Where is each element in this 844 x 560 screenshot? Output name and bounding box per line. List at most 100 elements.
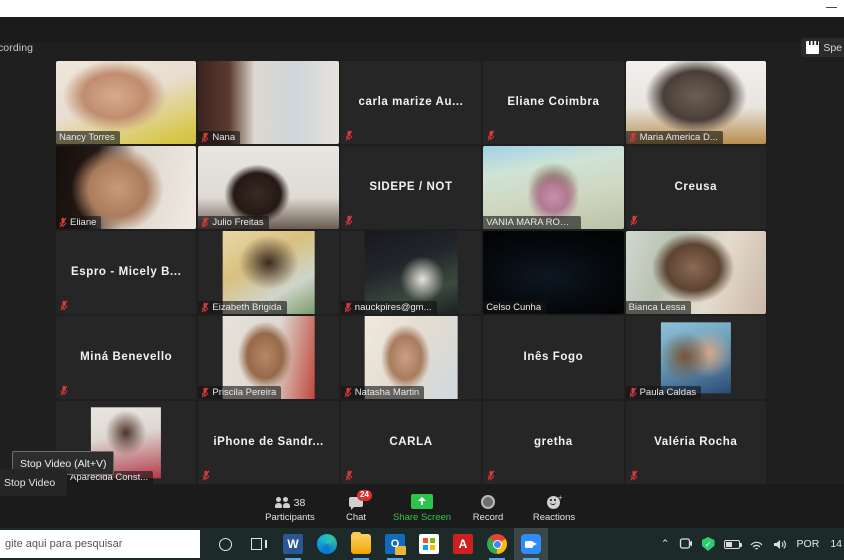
participant-video-feed [660,321,731,394]
toolbar-chat[interactable]: 24 Chat [323,489,389,523]
participant-name: Julio Freitas [212,217,264,228]
mic-muted-icon [487,470,495,481]
tray-wifi-icon[interactable] [749,538,764,550]
participant-tile[interactable]: Nana [198,61,339,144]
participant-name-strip: Natasha Martin [340,386,425,399]
participant-tile[interactable]: Bianca Lessa [625,231,766,314]
participant-name-strip: Maria America D... [625,131,723,144]
edge-icon[interactable] [310,528,344,560]
mic-muted-icon [629,387,637,398]
participant-tile[interactable]: VANIA MARA RODR... [483,146,624,229]
participant-tile[interactable]: iPhone de Sandr... [198,401,339,484]
chrome-icon[interactable] [480,528,514,560]
participant-name: gretha [534,435,573,448]
participant-tile[interactable]: Valéria Rocha [625,401,766,484]
mic-muted-icon [344,302,352,313]
minimize-icon[interactable] [826,7,837,8]
mic-muted-icon [630,470,638,481]
participant-tile[interactable]: Eliane Coimbra [483,61,624,144]
participants-icon: 38 [274,492,305,509]
tray-zoom-icon[interactable] [679,537,693,551]
participant-tile[interactable]: Espro - Micely B... [56,231,197,314]
participant-name: Miná Benevello [80,350,173,363]
participant-tile[interactable]: Eliane [56,146,197,229]
toolbar-share-screen[interactable]: Share Screen [389,490,455,523]
microsoft-store-icon[interactable] [412,528,446,560]
toolbar-label: Chat [345,511,367,523]
participant-tile[interactable]: Natasha Martin [340,316,482,399]
participant-tile[interactable]: SIDEPE / NOT [340,146,482,229]
participant-tile[interactable]: Maria America D... [625,61,766,144]
system-tray: ⌃ ✓ POR 14 [661,537,844,551]
taskbar-search-input[interactable]: gite aqui para pesquisar [0,530,200,558]
mic-muted-icon [345,470,353,481]
participant-name: Valéria Rocha [654,435,738,448]
cortana-icon[interactable] [208,528,242,560]
chat-icon: 24 [348,489,373,510]
participant-tile[interactable]: gretha [483,401,624,484]
word-icon[interactable] [276,528,310,560]
mic-muted-icon [202,470,210,481]
view-mode-button[interactable]: Spe [801,38,844,57]
participant-tile[interactable]: Inês Fogo [483,316,624,399]
participant-name-strip: VANIA MARA RODR... [483,216,582,229]
chat-unread-badge: 24 [356,489,373,501]
zoom-meeting-window: ecording Spe Nancy Torres Nana carla mariz… [0,0,844,560]
participant-name-strip: Eizabeth Brigida [198,301,287,314]
tray-security-shield-icon[interactable] [701,537,715,551]
participant-tile[interactable]: carla marize Au... [340,61,482,144]
taskbar-search-placeholder: gite aqui para pesquisar [5,538,123,550]
mic-muted-icon [201,302,209,313]
participant-name: Inês Fogo [523,350,584,363]
tray-chevron-icon[interactable]: ⌃ [661,538,670,550]
mic-muted-icon [345,130,353,141]
participant-name: Eliane [70,217,97,228]
mic-muted-icon [487,130,495,141]
outlook-icon[interactable] [378,528,412,560]
participant-name-strip: Priscila Pereira [198,386,282,399]
file-explorer-icon[interactable] [344,528,378,560]
reactions-icon: + [546,492,563,509]
participant-name: Eizabeth Brigida [212,302,282,313]
participant-name-strip: Bianca Lessa [625,301,691,314]
participant-tile[interactable]: Eizabeth Brigida [198,231,339,314]
participant-tile[interactable]: CARLA [340,401,482,484]
zoom-header-bar: ecording Spe [0,17,844,57]
tray-volume-icon[interactable] [773,538,788,551]
stop-video-label: Stop Video [4,477,56,489]
tray-language-indicator[interactable]: POR [797,538,820,550]
participant-name-strip: Eliane [56,216,102,229]
mic-muted-icon [59,217,67,228]
acrobat-reader-icon[interactable] [446,528,480,560]
windows-taskbar: gite aqui para pesquisar ⌃ [0,528,844,560]
participant-name: SIDEPE / NOT [369,180,453,193]
participant-name: nauckpires@gm... [354,302,432,313]
participant-tile[interactable]: Miná Benevello [56,316,197,399]
toolbar-participants[interactable]: 38 Participants [257,490,323,523]
participant-name: Celso Cunha [486,302,542,313]
participant-name: Espro - Micely B... [70,265,182,278]
toolbar-record[interactable]: Record [455,490,521,523]
participant-name-strip: nauckpires@gm... [340,301,437,314]
toolbar-reactions[interactable]: + Reactions [521,490,587,523]
participant-name: Maria America D... [639,132,718,143]
zoom-icon[interactable] [514,528,548,560]
participant-tile[interactable]: Nancy Torres [56,61,197,144]
tray-clock[interactable]: 14 [830,538,842,550]
mic-muted-icon [344,387,352,398]
participant-name: Bianca Lessa [628,302,686,313]
participant-tile[interactable]: Julio Freitas [198,146,339,229]
stop-video-button[interactable]: Stop Video [0,469,68,496]
view-mode-label: Spe [823,41,842,54]
taskbar-app-icons [208,528,548,560]
task-view-icon[interactable] [242,528,276,560]
participant-tile[interactable]: Celso Cunha [483,231,624,314]
participant-tile[interactable]: Priscila Pereira [198,316,339,399]
participant-tile[interactable]: Creusa [625,146,766,229]
participant-tile[interactable]: Paula Caldas [625,316,766,399]
mic-muted-icon [60,385,68,396]
share-screen-icon [411,492,433,509]
participant-tile[interactable]: nauckpires@gm... [340,231,482,314]
mic-muted-icon [630,215,638,226]
tray-battery-icon[interactable] [723,539,743,549]
